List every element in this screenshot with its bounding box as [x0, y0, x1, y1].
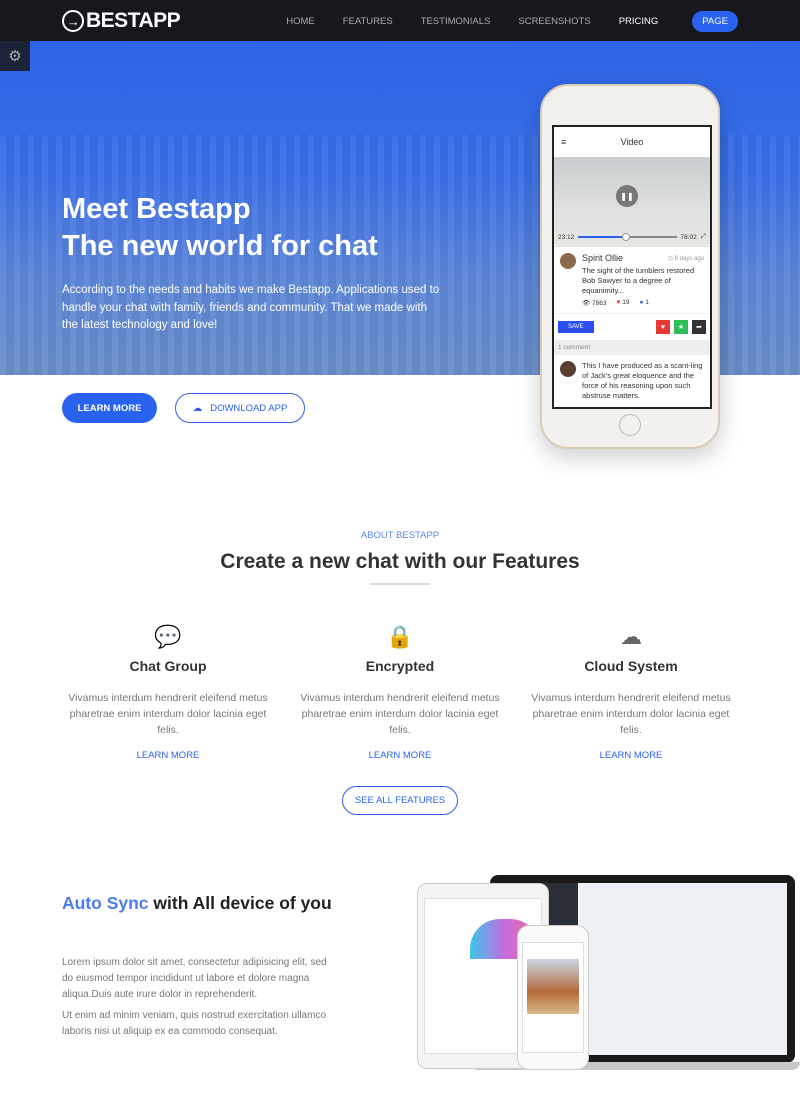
post-stats: 👁 7863 ♥ 19 ● 1 [582, 299, 704, 307]
post-text: The sight of the tumblers restored Bob S… [582, 266, 695, 295]
video-header: ≡ Video [554, 127, 710, 157]
cloud-icon: ☁ [620, 624, 642, 649]
views-count: 👁 7863 [582, 300, 607, 307]
post: Spirit Ollie ◷ 8 days ago The sight of th… [554, 247, 710, 314]
sync-paragraph-2: Ut enim ad minim veniam, quis nostrud ex… [62, 1010, 326, 1037]
top-navbar: → BESTAPP HOME FEATURES TESTIMONIALS SCRE… [0, 0, 800, 41]
see-all-features-button[interactable]: SEE ALL FEATURES [342, 786, 458, 815]
nav-pricing[interactable]: PRICING [619, 16, 659, 27]
nav-screenshots[interactable]: SCREENSHOTS [518, 16, 590, 27]
seek-slider[interactable] [578, 233, 677, 241]
logo[interactable]: → BESTAPP [62, 9, 181, 33]
feature-cloud-system: ☁ Cloud System Vivamus interdum hendreri… [521, 624, 741, 761]
star-icon[interactable]: ★ [674, 320, 688, 334]
time-current: 23:12 [558, 233, 575, 241]
main-menu: HOME FEATURES TESTIMONIALS SCREENSHOTS P… [258, 11, 738, 32]
feature-title: Cloud System [584, 658, 678, 674]
gear-icon[interactable]: ⚙ [0, 41, 30, 71]
sync-title-highlight: Auto Sync [62, 893, 149, 913]
comment: This I have produced as a scant-ling of … [554, 355, 710, 407]
sync-title-rest: with All device of you [153, 893, 332, 913]
feature-encrypted: 🔒 Encrypted Vivamus interdum hendrerit e… [290, 624, 510, 761]
feature-text: Vivamus interdum hendrerit eleifend metu… [531, 692, 731, 736]
feature-learn-more[interactable]: LEARN MORE [58, 750, 278, 761]
post-time: ◷ 8 days ago [667, 256, 704, 262]
logo-arrow-icon: → [62, 10, 84, 32]
small-phone-mockup [517, 925, 589, 1070]
feature-text: Vivamus interdum hendrerit eleifend metu… [68, 692, 268, 736]
comments-count: ● 1 [639, 299, 649, 306]
post-author: Spirit Ollie [582, 253, 624, 263]
save-button[interactable]: SAVE [558, 321, 594, 333]
section-eyebrow: ABOUT BESTAPP [360, 530, 440, 541]
chat-icon: 💬 [154, 624, 182, 649]
video-title: Video [620, 137, 644, 147]
menu-icon: ≡ [561, 137, 567, 147]
comments-label: 1 comment [554, 340, 710, 355]
home-button [619, 414, 641, 436]
download-label: DOWNLOAD APP [210, 402, 288, 414]
feature-learn-more[interactable]: LEARN MORE [521, 750, 741, 761]
hero-title-line2: The new world for chat [62, 230, 378, 262]
likes-count: ♥ 19 [616, 299, 630, 306]
nav-home[interactable]: HOME [286, 16, 315, 27]
feature-learn-more[interactable]: LEARN MORE [290, 750, 510, 761]
nav-features[interactable]: FEATURES [343, 16, 393, 27]
learn-more-button[interactable]: LEARN MORE [62, 393, 157, 423]
phone-screen: ≡ Video ❚❚ 23:12 78:02 ⤢ Spirit Ollie ◷ 8 … [552, 125, 712, 409]
video-progress: 23:12 78:02 ⤢ [558, 233, 706, 241]
feature-title: Encrypted [365, 658, 435, 674]
section-title: Create a new chat with our Features [220, 550, 580, 573]
avatar [560, 361, 576, 377]
post-actions: SAVE ♥ ★ ➦ [554, 314, 710, 340]
feature-text: Vivamus interdum hendrerit eleifend metu… [300, 692, 500, 736]
hero-text: According to the needs and habits we mak… [62, 284, 440, 331]
sync-title: Auto Sync with All device of you [62, 892, 332, 915]
share-icon[interactable]: ➦ [692, 320, 706, 334]
time-total: 78:02 [680, 233, 697, 241]
logo-text: BESTAPP [86, 9, 181, 32]
nav-page-button[interactable]: PAGE [692, 11, 738, 32]
hero-title-line1: Meet Bestapp [62, 193, 251, 225]
sync-paragraph-1: Lorem ipsum dolor sit amet, consectetur … [62, 957, 327, 1000]
comment-text: This I have produced as a scant-ling of … [582, 361, 703, 400]
lock-icon: 🔒 [386, 624, 414, 649]
video-player[interactable]: ❚❚ 23:12 78:02 ⤢ [554, 157, 710, 247]
hero-title: Meet Bestapp The new world for chat [62, 191, 378, 265]
phone-mockup: ≡ Video ❚❚ 23:12 78:02 ⤢ Spirit Ollie ◷ 8 … [540, 84, 720, 449]
title-divider [370, 583, 430, 585]
cloud-download-icon: ☁ [192, 402, 203, 414]
download-app-button[interactable]: ☁ DOWNLOAD APP [175, 393, 305, 423]
feature-title: Chat Group [129, 658, 207, 674]
avatar [560, 253, 576, 269]
fullscreen-icon[interactable]: ⤢ [701, 233, 706, 241]
nav-testimonials[interactable]: TESTIMONIALS [421, 16, 491, 27]
pause-icon[interactable]: ❚❚ [616, 185, 638, 207]
feature-chat-group: 💬 Chat Group Vivamus interdum hendrerit … [58, 624, 278, 761]
heart-icon[interactable]: ♥ [656, 320, 670, 334]
